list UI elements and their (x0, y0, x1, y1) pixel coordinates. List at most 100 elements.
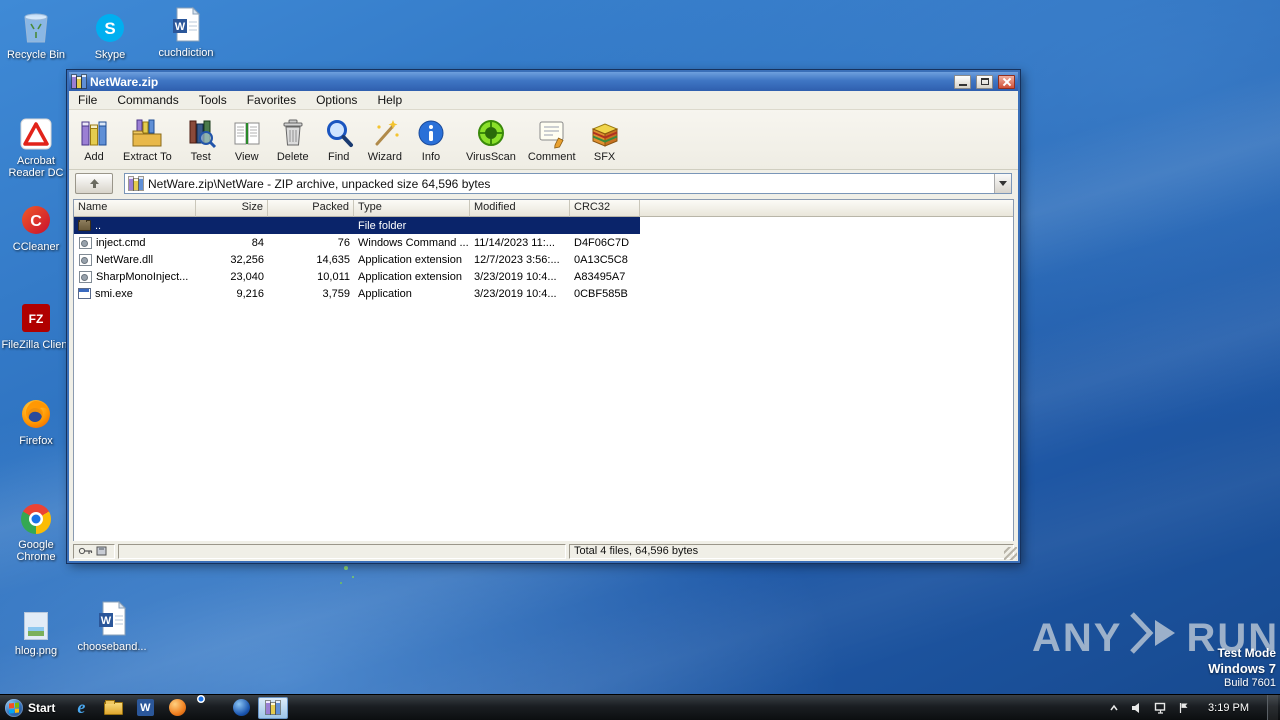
column-header-name[interactable]: Name (74, 200, 196, 217)
status-middle-panel (118, 543, 566, 559)
start-button[interactable]: Start (0, 695, 65, 720)
test-button[interactable]: Test (178, 112, 224, 168)
menu-commands[interactable]: Commands (117, 93, 178, 107)
internet-explorer-icon (77, 698, 85, 718)
close-button[interactable] (998, 74, 1015, 89)
desktop-icon-recycle-bin[interactable]: Recycle Bin (0, 6, 74, 61)
wizard-button[interactable]: Wizard (362, 112, 408, 168)
test-archive-icon (184, 116, 218, 150)
archive-path-combobox[interactable]: NetWare.zip\NetWare - ZIP archive, unpac… (124, 173, 1012, 194)
taskbar-word[interactable] (130, 697, 160, 719)
show-hidden-icons-button[interactable] (1107, 695, 1121, 720)
column-header-type[interactable]: Type (354, 200, 470, 217)
file-type: Application extension (358, 253, 462, 266)
taskbar-chrome[interactable] (194, 697, 224, 719)
file-name: .. (95, 219, 102, 232)
comment-button[interactable]: Comment (522, 112, 582, 168)
taskbar-winrar-active[interactable] (258, 696, 289, 719)
file-type: Windows Command ... (358, 236, 469, 249)
word-document-icon: W (148, 4, 224, 42)
find-button[interactable]: Find (316, 112, 362, 168)
column-header-modified[interactable]: Modified (470, 200, 570, 217)
menu-bar: File Commands Tools Favorites Options He… (69, 91, 1018, 110)
add-button[interactable]: Add (71, 112, 117, 168)
column-header-crc32[interactable]: CRC32 (570, 200, 640, 217)
window-title: NetWare.zip (90, 74, 159, 89)
up-one-level-button[interactable] (75, 173, 113, 194)
action-center-button[interactable] (1176, 695, 1190, 720)
taskbar-windows-explorer[interactable] (98, 697, 128, 719)
sfx-button[interactable]: SFX (582, 112, 628, 168)
desktop-icon-firefox[interactable]: Firefox (0, 392, 74, 447)
desktop-icon-hlog[interactable]: hlog.png (0, 602, 74, 657)
file-size: 23,040 (230, 270, 264, 283)
file-packed: 76 (337, 236, 350, 249)
menu-favorites[interactable]: Favorites (247, 93, 296, 107)
recycle-bin-icon (0, 6, 74, 44)
delete-button[interactable]: Delete (270, 112, 316, 168)
desktop-icon-chrome[interactable]: Google Chrome (0, 496, 74, 563)
desktop-icon-chooseband[interactable]: W chooseband... (74, 598, 150, 653)
desktop-icon-ccleaner[interactable]: C CCleaner (0, 198, 74, 253)
extract-to-button[interactable]: Extract To (117, 112, 178, 168)
desktop-icon-acrobat[interactable]: Acrobat Reader DC (0, 112, 74, 179)
desktop-icon-skype[interactable]: S Skype (72, 6, 148, 61)
view-button[interactable]: View (224, 112, 270, 168)
file-row-sharpmonoinject[interactable]: SharpMonoInject... 23,040 10,011 Applica… (74, 268, 640, 285)
maximize-button[interactable] (976, 74, 993, 89)
desktop-icon-label: Google Chrome (16, 539, 56, 563)
resize-grip[interactable] (1004, 547, 1017, 560)
show-desktop-button[interactable] (1267, 695, 1278, 720)
dll-file-icon (79, 253, 92, 266)
anyrun-logo-icon (1127, 610, 1181, 666)
toolbar-label: Extract To (123, 151, 172, 163)
chrome-icon (201, 699, 218, 716)
file-size: 32,256 (230, 253, 264, 266)
sandbox-mode: Test Mode (1217, 646, 1276, 660)
view-file-icon (230, 116, 264, 150)
taskbar-media-player[interactable] (162, 697, 192, 719)
network-button[interactable] (1153, 695, 1167, 720)
svg-text:S: S (104, 19, 115, 38)
chevron-down-icon (999, 181, 1007, 190)
file-name: smi.exe (95, 287, 133, 300)
file-row-netware-dll[interactable]: NetWare.dll 32,256 14,635 Application ex… (74, 251, 640, 268)
status-total-panel: Total 4 files, 64,596 bytes (569, 543, 1014, 559)
sandbox-build: Build 7601 (1224, 677, 1276, 689)
menu-options[interactable]: Options (316, 93, 357, 107)
menu-tools[interactable]: Tools (199, 93, 227, 107)
disk-icon (96, 546, 107, 556)
svg-text:W: W (175, 21, 186, 33)
firefox-icon (0, 392, 74, 430)
info-button[interactable]: Info (408, 112, 454, 168)
file-type: File folder (358, 219, 407, 232)
info-icon (414, 116, 448, 150)
menu-help[interactable]: Help (377, 93, 402, 107)
toolbar-label: SFX (593, 151, 616, 163)
toolbar-label: Comment (527, 151, 576, 163)
minimize-button[interactable] (954, 74, 971, 89)
taskbar-internet-explorer[interactable] (66, 697, 96, 719)
windows-orb-icon (5, 698, 23, 717)
file-row-parent-dir[interactable]: .. File folder (74, 217, 640, 234)
folder-up-icon (78, 219, 91, 231)
window-titlebar[interactable]: NetWare.zip (69, 72, 1018, 91)
taskbar-clock[interactable]: 3:19 PM (1199, 702, 1258, 714)
menu-file[interactable]: File (78, 93, 97, 107)
virusscan-button[interactable]: VirusScan (460, 112, 522, 168)
toolbar: Add Extract To Test View Delete Find Wiz… (69, 110, 1018, 170)
column-header-packed[interactable]: Packed (268, 200, 354, 217)
file-row-smi-exe[interactable]: smi.exe 9,216 3,759 Application 3/23/201… (74, 285, 640, 302)
combobox-dropdown-button[interactable] (994, 174, 1011, 193)
file-row-inject-cmd[interactable]: inject.cmd 84 76 Windows Command ... 11/… (74, 234, 640, 251)
volume-button[interactable] (1130, 695, 1144, 720)
toolbar-label: Wizard (367, 151, 402, 163)
column-header-size[interactable]: Size (196, 200, 268, 217)
flag-icon (1179, 702, 1188, 713)
file-modified: 12/7/2023 3:56:... (474, 253, 560, 266)
desktop-icon-filezilla[interactable]: FZ FileZilla Client (0, 296, 74, 351)
wallpaper-sparkle (344, 566, 348, 570)
taskbar-browser[interactable] (226, 697, 256, 719)
exe-file-icon (78, 288, 91, 299)
desktop-icon-cuchdiction[interactable]: W cuchdiction (148, 4, 224, 59)
